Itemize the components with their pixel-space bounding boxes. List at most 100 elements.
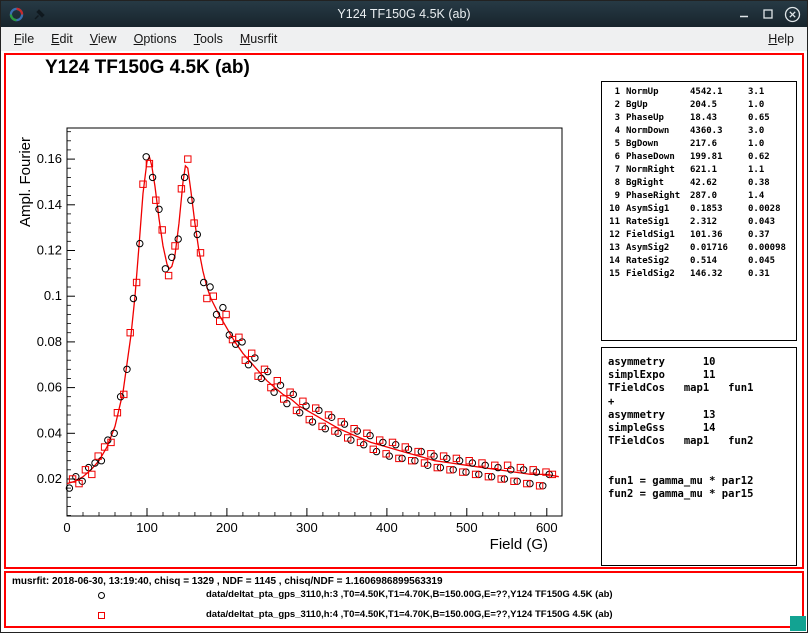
legend-circle-marker: [98, 592, 105, 599]
legend-square-marker: [98, 612, 105, 619]
x-axis-label: Field (G): [490, 536, 548, 553]
theory-line: simpleGss 14: [608, 422, 796, 435]
theory-line: [608, 448, 796, 461]
y-tick-label: 0.08: [37, 334, 62, 349]
data-point-square: [178, 186, 184, 192]
param-row: 5BgDown217.61.0: [606, 138, 796, 151]
theory-line: simplExpo 11: [608, 369, 796, 382]
plot-frame: [67, 128, 562, 516]
legend-item: data/deltat_pta_gps_3110,h:4 ,T0=4.50K,T…: [6, 606, 802, 626]
theory-line: TFieldCos map1 fun1: [608, 382, 796, 395]
param-row: 3PhaseUp18.430.65: [606, 112, 796, 125]
y-tick-label: 0.02: [37, 471, 62, 486]
y-tick-label: 0.1: [44, 288, 62, 303]
data-point-circle: [175, 236, 181, 242]
window-title: Y124 TF150G 4.5K (ab): [1, 7, 807, 21]
plot-pad: 01002003004005006000.020.040.060.080.10.…: [4, 53, 804, 569]
legend-item: data/deltat_pta_gps_3110,h:3 ,T0=4.50K,T…: [6, 586, 802, 606]
y-tick-label: 0.04: [37, 425, 62, 440]
y-tick-label: 0.12: [37, 243, 62, 258]
theory-line: fun2 = gamma_mu * par15: [608, 488, 796, 501]
param-box: 1NormUp4542.13.12BgUp204.51.03PhaseUp18.…: [601, 81, 797, 341]
plot-title: Y124 TF150G 4.5K (ab): [45, 57, 250, 79]
param-row: 1NormUp4542.13.1: [606, 86, 796, 99]
theory-line: TFieldCos map1 fun2: [608, 435, 796, 448]
param-row: 15FieldSig2146.320.31: [606, 268, 796, 281]
param-row: 2BgUp204.51.0: [606, 99, 796, 112]
data-point-square: [172, 243, 178, 249]
theory-line: fun1 = gamma_mu * par12: [608, 475, 796, 488]
menubar: File Edit View Options Tools Musrfit Hel…: [1, 27, 807, 52]
param-row: 6PhaseDown199.810.62: [606, 151, 796, 164]
root-canvas: 01002003004005006000.020.040.060.080.10.…: [1, 51, 808, 633]
data-point-square: [236, 334, 242, 340]
theory-box: asymmetry 10simplExpo 11TFieldCos map1 f…: [601, 347, 797, 566]
app-window: Y124 TF150G 4.5K (ab) Fil: [0, 0, 808, 633]
x-tick-label: 600: [536, 520, 558, 535]
x-tick-label: 200: [216, 520, 238, 535]
fourier-plot[interactable]: 01002003004005006000.020.040.060.080.10.…: [6, 55, 598, 565]
menu-file[interactable]: File: [9, 32, 39, 46]
data-point-square: [89, 471, 95, 477]
x-tick-label: 500: [456, 520, 478, 535]
titlebar: Y124 TF150G 4.5K (ab): [1, 1, 807, 27]
y-tick-label: 0.14: [37, 197, 62, 212]
data-point-square: [165, 272, 171, 278]
close-button[interactable]: [783, 5, 801, 23]
theory-line: asymmetry 10: [608, 356, 796, 369]
x-tick-label: 100: [136, 520, 158, 535]
param-row: 10AsymSig10.18530.0028: [606, 203, 796, 216]
menu-options[interactable]: Options: [129, 32, 182, 46]
legend-label: data/deltat_pta_gps_3110,h:4 ,T0=4.50K,T…: [206, 609, 613, 620]
data-point-square: [185, 156, 191, 162]
menu-view[interactable]: View: [85, 32, 122, 46]
menu-edit[interactable]: Edit: [46, 32, 78, 46]
data-point-circle: [188, 197, 194, 203]
data-point-square: [127, 330, 133, 336]
pin-icon[interactable]: [30, 5, 48, 23]
data-point-square: [249, 350, 255, 356]
menu-tools[interactable]: Tools: [189, 32, 228, 46]
data-point-square: [204, 295, 210, 301]
y-tick-label: 0.06: [37, 380, 62, 395]
data-point-circle: [156, 206, 162, 212]
app-icon[interactable]: [7, 5, 25, 23]
data-point-square: [300, 398, 306, 404]
data-point-circle: [162, 266, 168, 272]
minimize-icon: [738, 8, 750, 20]
minimize-button[interactable]: [735, 5, 753, 23]
theory-line: [608, 462, 796, 475]
maximize-icon: [762, 8, 774, 20]
param-row: 9PhaseRight287.01.4: [606, 190, 796, 203]
y-tick-label: 0.16: [37, 151, 62, 166]
param-row: 12FieldSig1101.360.37: [606, 229, 796, 242]
menu-help[interactable]: Help: [763, 32, 799, 46]
param-row: 13AsymSig20.017160.00098: [606, 242, 796, 255]
data-point-square: [504, 462, 510, 468]
param-row: 14RateSig20.5140.045: [606, 255, 796, 268]
resize-grip[interactable]: [790, 616, 806, 631]
info-pad: musrfit: 2018-06-30, 13:19:40, chisq = 1…: [4, 571, 804, 628]
theory-line: asymmetry 13: [608, 409, 796, 422]
maximize-button[interactable]: [759, 5, 777, 23]
x-tick-label: 300: [296, 520, 318, 535]
menu-musrfit[interactable]: Musrfit: [235, 32, 283, 46]
data-point-circle: [143, 154, 149, 160]
param-row: 4NormDown4360.33.0: [606, 125, 796, 138]
fit-curve: [67, 157, 559, 484]
data-point-square: [223, 311, 229, 317]
close-icon: [784, 6, 801, 23]
x-tick-label: 400: [376, 520, 398, 535]
data-point-square: [274, 378, 280, 384]
data-point-circle: [130, 295, 136, 301]
param-row: 8BgRight42.620.38: [606, 177, 796, 190]
data-point-square: [140, 181, 146, 187]
theory-line: +: [608, 396, 796, 409]
data-point-circle: [220, 304, 226, 310]
param-row: 11RateSig12.3120.043: [606, 216, 796, 229]
y-axis-label: Ampl. Fourier: [17, 137, 34, 227]
legend-label: data/deltat_pta_gps_3110,h:3 ,T0=4.50K,T…: [206, 589, 613, 600]
window-controls: [735, 5, 801, 23]
param-row: 7NormRight621.11.1: [606, 164, 796, 177]
data-point-circle: [207, 284, 213, 290]
